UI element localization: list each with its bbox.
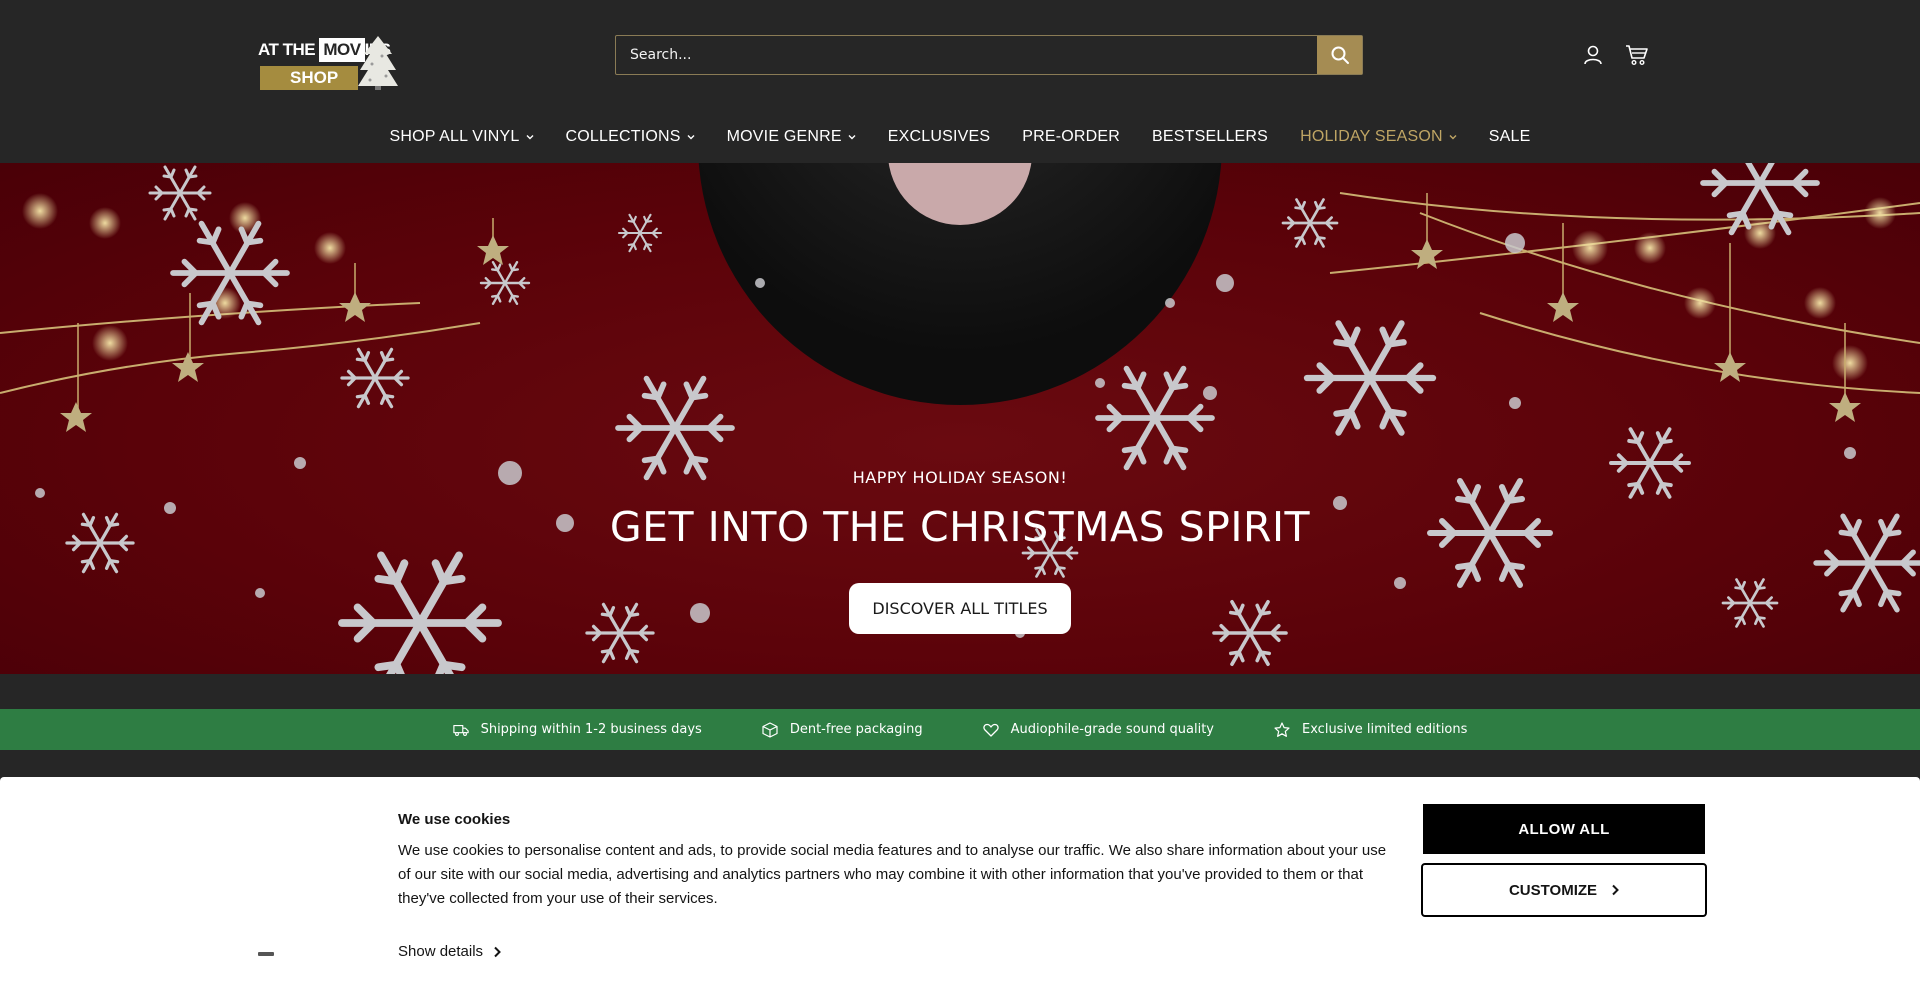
feature-label: Exclusive limited editions [1302,722,1468,737]
box-icon [762,721,778,738]
christmas-tree-icon [358,36,398,90]
feature-label: Dent-free packaging [789,722,923,737]
customize-button[interactable]: CUSTOMIZE [1421,863,1707,917]
feature-item: Dent-free packaging [732,721,953,738]
star-icon [1274,721,1290,737]
show-details-label: Show details [398,943,484,960]
nav-label: BESTSELLERS [1152,128,1269,145]
feature-label: Shipping within 1-2 business days [480,722,702,737]
nav-label: EXCLUSIVES [887,128,991,145]
nav-label: PRE-ORDER [1022,128,1121,145]
nav-shop-all-vinyl[interactable]: SHOP ALL VINYL [374,121,550,153]
nav-pre-order[interactable]: PRE-ORDER [1006,121,1136,153]
search-bar [615,35,1363,75]
nav-label: SALE [1488,128,1531,145]
cookie-consent-banner: We use cookies We use cookies to persona… [0,777,1920,993]
chevron-down-icon [526,135,533,140]
nav-collections[interactable]: COLLECTIONS [550,121,711,153]
features-bar: Shipping within 1-2 business days Dent-f… [0,709,1920,750]
discover-all-titles-button[interactable]: DISCOVER ALL TITLES [849,583,1071,634]
cookie-title: We use cookies [398,811,511,828]
customize-label: CUSTOMIZE [1508,881,1598,899]
cookie-description: We use cookies to personalise content an… [398,842,1387,907]
chevron-down-icon [1449,135,1457,140]
feature-item: Audiophile-grade sound quality [953,722,1244,738]
nav-holiday-season[interactable]: HOLIDAY SEASON [1284,121,1473,153]
site-header: AT THE MOVIES SHOP [0,0,1920,163]
nav-label: MOVIE GENRE [726,128,842,145]
hero-subtitle: HAPPY HOLIDAY SEASON! [852,468,1068,487]
store-logo[interactable]: AT THE MOVIES SHOP [258,32,400,92]
heart-icon [982,723,999,737]
account-icon [1584,45,1602,65]
nav-label: SHOP ALL VINYL [389,128,520,145]
feature-item: Exclusive limited editions [1244,721,1497,738]
nav-movie-genre[interactable]: MOVIE GENRE [711,121,872,153]
cookiebot-logo [258,952,274,956]
search-button[interactable] [1317,36,1362,74]
truck-icon [452,724,469,736]
hero-banner: HAPPY HOLIDAY SEASON! GET INTO THE CHRIS… [0,163,1920,674]
nav-label: COLLECTIONS [565,128,681,145]
chevron-right-icon [494,946,501,957]
nav-bestsellers[interactable]: BESTSELLERS [1136,121,1284,153]
logo-shop-label: SHOP [260,66,358,90]
nav-exclusives[interactable]: EXCLUSIVES [872,121,1006,153]
hero-title: GET INTO THE CHRISTMAS SPIRIT [609,503,1311,551]
chevron-down-icon [687,135,695,140]
nav-sale[interactable]: SALE [1473,121,1547,153]
chevron-right-icon [1612,884,1619,896]
feature-item: Shipping within 1-2 business days [423,722,732,738]
show-details-link[interactable]: Show details [398,943,501,960]
main-navigation: SHOP ALL VINYL COLLECTIONS MOVIE GENRE E… [0,121,1920,153]
nav-label: HOLIDAY SEASON [1300,128,1443,145]
feature-label: Audiophile-grade sound quality [1010,722,1214,737]
chevron-down-icon [848,135,856,140]
cart-icon [1626,45,1648,66]
search-icon [1331,46,1349,64]
cart-button[interactable] [1624,42,1650,68]
allow-all-button[interactable]: ALLOW ALL [1423,804,1705,854]
account-button[interactable] [1580,42,1606,68]
search-input[interactable] [616,36,1318,74]
